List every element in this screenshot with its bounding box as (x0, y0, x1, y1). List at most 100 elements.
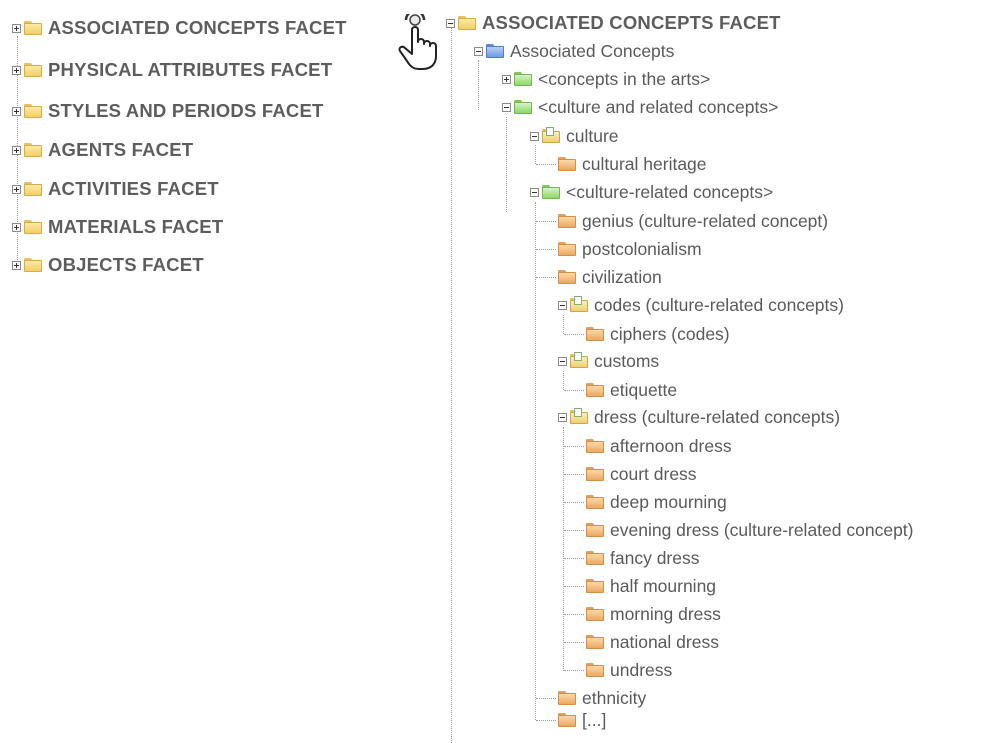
minus-expander-icon[interactable] (558, 300, 567, 310)
folder-icon (558, 242, 576, 256)
node-label[interactable]: culture (566, 126, 619, 147)
node-label[interactable]: ASSOCIATED CONCEPTS FACET (482, 12, 781, 34)
facet-item-materials[interactable]: MATERIALS FACET (12, 214, 223, 240)
plus-expander-icon[interactable] (12, 23, 21, 33)
folder-icon (586, 439, 604, 453)
tree-node-cultural-heritage[interactable]: cultural heritage (558, 151, 707, 177)
facet-item-styles-and-periods[interactable]: STYLES AND PERIODS FACET (12, 98, 323, 124)
node-label[interactable]: ciphers (codes) (610, 324, 730, 345)
tree-node-afternoon-dress[interactable]: afternoon dress (586, 433, 732, 459)
minus-expander-icon[interactable] (558, 356, 567, 366)
node-label[interactable]: postcolonialism (582, 239, 702, 260)
tree-node-half-mourning[interactable]: half mourning (586, 573, 716, 599)
tree-node-codes[interactable]: codes (culture-related concepts) (558, 292, 844, 318)
node-label[interactable]: fancy dress (610, 548, 699, 569)
node-label[interactable]: customs (594, 351, 659, 372)
tree-node-undress[interactable]: undress (586, 657, 672, 683)
minus-expander-icon[interactable] (474, 46, 483, 56)
tree-node-customs[interactable]: customs (558, 348, 659, 374)
node-label[interactable]: <culture-related concepts> (566, 182, 773, 203)
node-label[interactable]: morning dress (610, 604, 721, 625)
tree-node-evening-dress[interactable]: evening dress (culture-related concept) (586, 517, 914, 543)
facet-label[interactable]: ASSOCIATED CONCEPTS FACET (48, 17, 347, 39)
tree-node-morning-dress[interactable]: morning dress (586, 601, 721, 627)
minus-expander-icon[interactable] (530, 131, 539, 141)
tree-node-culture[interactable]: culture (530, 123, 619, 149)
tree-node-dress[interactable]: dress (culture-related concepts) (558, 404, 840, 430)
node-label[interactable]: dress (culture-related concepts) (594, 407, 840, 428)
node-label[interactable]: cultural heritage (582, 154, 707, 175)
folder-icon (514, 100, 532, 114)
facet-label[interactable]: OBJECTS FACET (48, 254, 204, 276)
node-label[interactable]: court dress (610, 464, 697, 485)
node-label[interactable]: civilization (582, 267, 662, 288)
tree-node-more[interactable]: [...] (558, 707, 606, 733)
facet-item-activities[interactable]: ACTIVITIES FACET (12, 176, 219, 202)
plus-expander-icon[interactable] (12, 65, 21, 75)
tree-node-deep-mourning[interactable]: deep mourning (586, 489, 727, 515)
node-label[interactable]: Associated Concepts (510, 41, 674, 62)
node-label[interactable]: undress (610, 660, 672, 681)
plus-expander-icon[interactable] (12, 106, 21, 116)
folder-icon (586, 635, 604, 649)
facet-label[interactable]: AGENTS FACET (48, 139, 193, 161)
tree-node-culture-related[interactable]: <culture-related concepts> (530, 179, 773, 205)
folder-icon (558, 270, 576, 284)
folder-icon (24, 258, 42, 272)
node-label[interactable]: afternoon dress (610, 436, 732, 457)
tree-node-genius[interactable]: genius (culture-related concept) (558, 208, 828, 234)
folder-icon (570, 352, 588, 368)
tree-node-concepts-in-the-arts[interactable]: <concepts in the arts> (502, 66, 710, 92)
folder-icon (542, 185, 560, 199)
tree-guide-line (451, 20, 452, 743)
tree-node-culture-and-related[interactable]: <culture and related concepts> (502, 94, 778, 120)
tree-node-national-dress[interactable]: national dress (586, 629, 719, 655)
tree-node-associated-concepts[interactable]: Associated Concepts (474, 38, 674, 64)
folder-icon (486, 44, 504, 58)
plus-expander-icon[interactable] (12, 222, 21, 232)
facet-label[interactable]: STYLES AND PERIODS FACET (48, 100, 323, 122)
node-label[interactable]: national dress (610, 632, 719, 653)
node-label[interactable]: codes (culture-related concepts) (594, 295, 844, 316)
tree-node-civilization[interactable]: civilization (558, 264, 662, 290)
tree-node-fancy-dress[interactable]: fancy dress (586, 545, 699, 571)
tree-node-etiquette[interactable]: etiquette (586, 377, 677, 403)
minus-expander-icon[interactable] (530, 187, 539, 197)
facet-item-objects[interactable]: OBJECTS FACET (12, 252, 204, 278)
plus-expander-icon[interactable] (12, 184, 21, 194)
tree-node-root[interactable]: ASSOCIATED CONCEPTS FACET (446, 10, 781, 36)
node-label[interactable]: <concepts in the arts> (538, 69, 710, 90)
node-label[interactable]: genius (culture-related concept) (582, 211, 828, 232)
minus-expander-icon[interactable] (558, 412, 567, 422)
tree-guide-line (564, 558, 584, 559)
facet-item-associated-concepts[interactable]: ASSOCIATED CONCEPTS FACET (12, 15, 347, 41)
tree-node-postcolonialism[interactable]: postcolonialism (558, 236, 702, 262)
node-label[interactable]: etiquette (610, 380, 677, 401)
facet-label[interactable]: PHYSICAL ATTRIBUTES FACET (48, 59, 332, 81)
folder-icon (458, 16, 476, 30)
node-label[interactable]: half mourning (610, 576, 716, 597)
node-label[interactable]: deep mourning (610, 492, 727, 513)
tree-guide-line (564, 642, 584, 643)
plus-expander-icon[interactable] (12, 260, 21, 270)
node-label[interactable]: [...] (582, 710, 606, 731)
plus-expander-icon[interactable] (12, 145, 21, 155)
minus-expander-icon[interactable] (502, 102, 511, 112)
tree-node-court-dress[interactable]: court dress (586, 461, 697, 487)
node-label[interactable]: evening dress (culture-related concept) (610, 520, 914, 541)
facet-label[interactable]: MATERIALS FACET (48, 216, 223, 238)
node-label[interactable]: ethnicity (582, 688, 646, 709)
folder-icon (586, 663, 604, 677)
tree-node-ciphers[interactable]: ciphers (codes) (586, 321, 730, 347)
facet-item-agents[interactable]: AGENTS FACET (12, 137, 193, 163)
tree-guide-line (564, 474, 584, 475)
tree-guide-line (536, 277, 556, 278)
facet-label[interactable]: ACTIVITIES FACET (48, 178, 219, 200)
tree-guide-line (564, 586, 584, 587)
folder-icon (570, 408, 588, 424)
node-label[interactable]: <culture and related concepts> (538, 97, 778, 118)
minus-expander-icon[interactable] (446, 18, 455, 28)
facet-list-pane: ASSOCIATED CONCEPTS FACET PHYSICAL ATTRI… (0, 0, 430, 743)
plus-expander-icon[interactable] (502, 74, 511, 84)
facet-item-physical-attributes[interactable]: PHYSICAL ATTRIBUTES FACET (12, 57, 332, 83)
